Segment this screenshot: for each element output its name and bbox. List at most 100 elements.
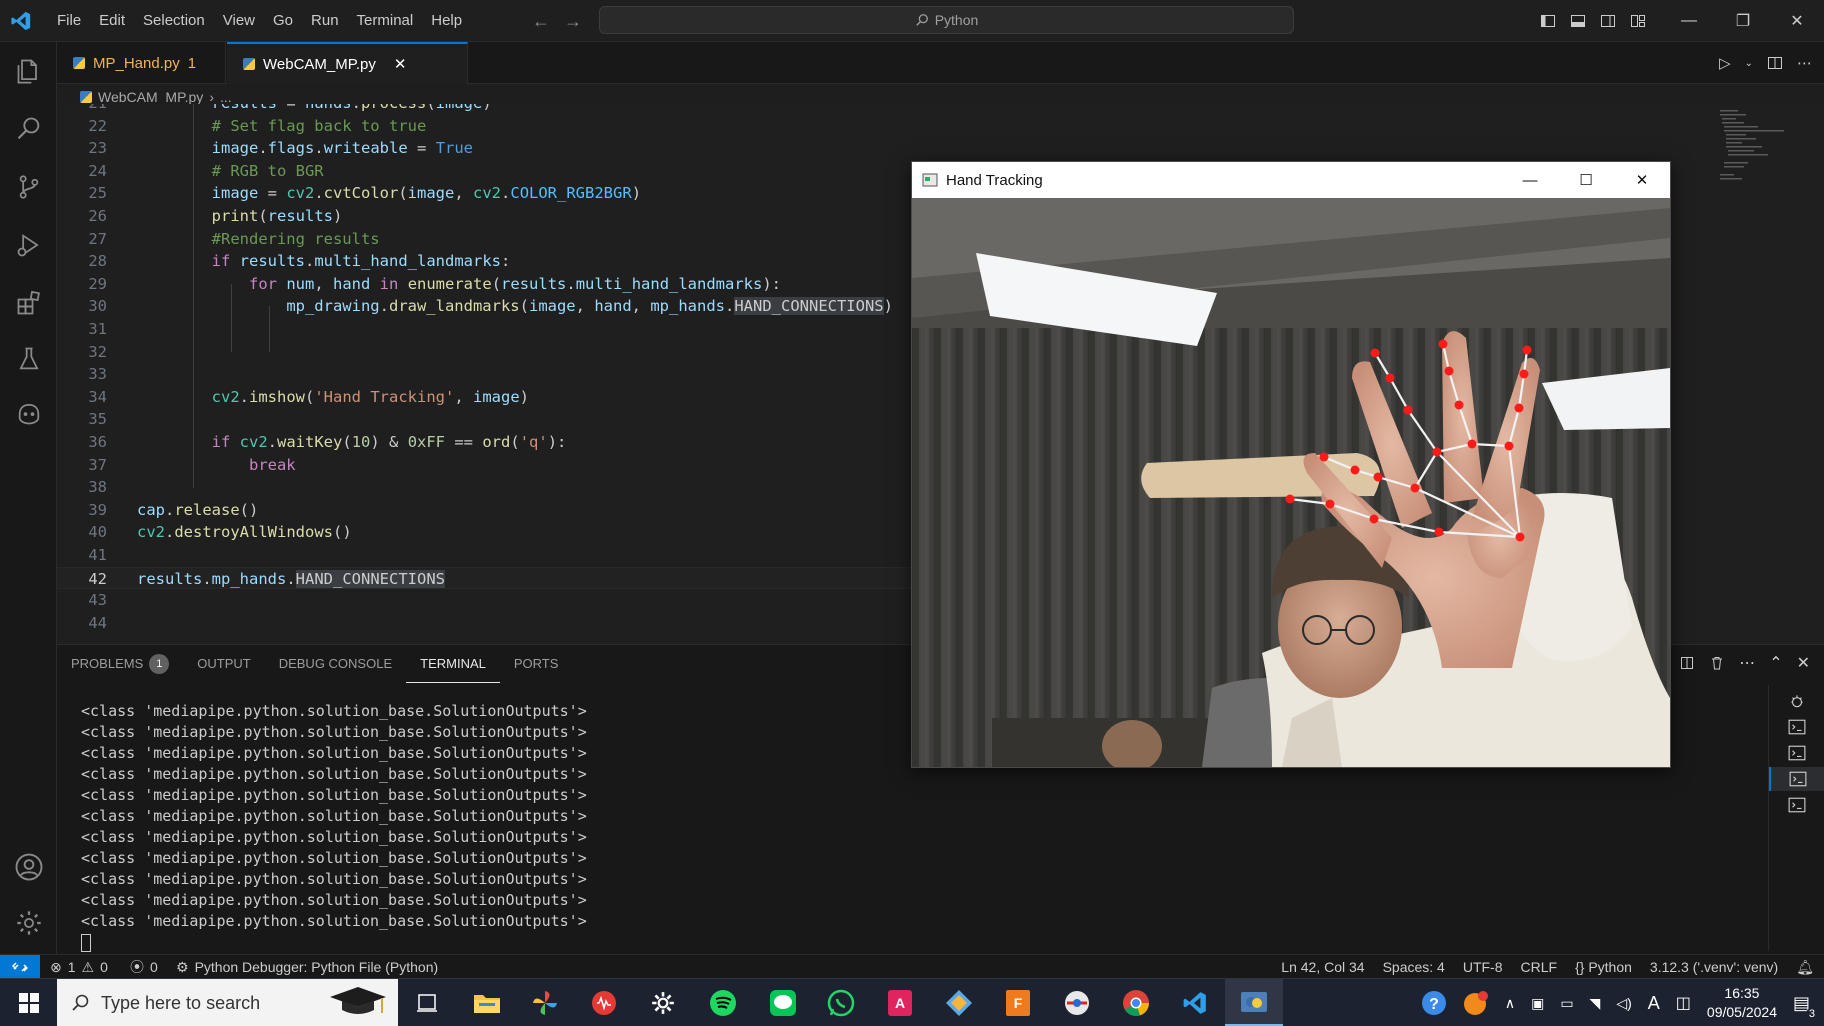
terminal-instance-icon[interactable]	[1769, 793, 1824, 817]
maximize-panel-chevron-icon[interactable]: ⌃	[1769, 653, 1782, 673]
minimap[interactable]	[1718, 104, 1808, 194]
notifications-bell-icon[interactable]: 🔔︎	[1796, 959, 1814, 976]
fusion-app-icon[interactable]: F	[989, 979, 1047, 1026]
indentation[interactable]: Spaces: 4	[1383, 959, 1445, 975]
language-mode[interactable]: {} Python	[1575, 959, 1632, 975]
hand-tracking-window[interactable]: Hand Tracking — ☐ ✕	[911, 161, 1671, 768]
command-center-search[interactable]: Python	[599, 6, 1294, 34]
settings-gear-icon[interactable]	[634, 979, 692, 1026]
source-control-icon[interactable]	[0, 162, 57, 212]
python-window-icon[interactable]	[1225, 979, 1283, 1026]
menu-edit[interactable]: Edit	[90, 0, 134, 42]
maximize-icon[interactable]: ☐	[1558, 162, 1614, 198]
taskbar-clock[interactable]: 16:35 09/05/2024	[1707, 984, 1777, 1022]
adobe-acrobat-icon[interactable]: A	[871, 979, 929, 1026]
tab-debug-console[interactable]: DEBUG CONSOLE	[265, 645, 406, 683]
toggle-primary-sidebar-icon[interactable]	[1540, 13, 1556, 29]
terminal-output[interactable]: <class 'mediapipe.python.solution_base.S…	[81, 701, 587, 953]
line-number: 32	[88, 342, 107, 361]
dashboard-app-icon[interactable]	[1048, 979, 1106, 1026]
minimize-icon[interactable]: —	[1662, 0, 1716, 42]
run-debug-icon[interactable]	[0, 220, 57, 270]
tab-terminal[interactable]: TERMINAL	[406, 645, 500, 683]
help-question-icon[interactable]: ?	[1421, 990, 1447, 1016]
line-ending[interactable]: CRLF	[1521, 959, 1558, 975]
breadcrumb-symbol[interactable]: ...	[220, 89, 232, 105]
menu-terminal[interactable]: Terminal	[348, 0, 423, 42]
input-language-icon[interactable]: A	[1648, 993, 1660, 1014]
run-python-file-icon[interactable]: ▷	[1719, 54, 1731, 72]
accounts-icon[interactable]	[0, 842, 57, 892]
remote-indicator-icon[interactable]	[0, 955, 40, 979]
taskbar-search-box[interactable]: Type here to search	[57, 979, 398, 1026]
more-actions-icon[interactable]: ⋯	[1797, 54, 1812, 72]
restore-icon[interactable]: ❐	[1716, 0, 1770, 42]
python-interpreter[interactable]: 3.12.3 ('.venv': venv)	[1650, 959, 1778, 975]
forward-arrow-icon[interactable]: →	[564, 11, 582, 32]
chrome-icon[interactable]	[1107, 979, 1165, 1026]
windows-start-icon[interactable]	[0, 979, 57, 1026]
debug-terminal-icon[interactable]	[1769, 689, 1824, 713]
menu-view[interactable]: View	[214, 0, 264, 42]
ime-mode-icon[interactable]: ◫	[1676, 993, 1691, 1013]
split-editor-icon[interactable]	[1767, 55, 1783, 71]
task-view-icon[interactable]	[398, 979, 456, 1026]
tab-webcam-mp[interactable]: WebCAM_MP.py ✕	[227, 42, 468, 84]
explorer-icon[interactable]	[0, 46, 57, 96]
debugger-status[interactable]: ⚙ Python Debugger: Python File (Python)	[176, 955, 438, 979]
breadcrumb-file[interactable]: WebCAM_MP.py	[98, 89, 203, 105]
action-center-icon[interactable]: ▤ 3	[1793, 993, 1818, 1020]
tab-ports[interactable]: PORTS	[500, 645, 573, 683]
tab-mp-hand[interactable]: MP_Hand.py 1	[57, 42, 226, 84]
settings-gear-icon[interactable]	[0, 898, 57, 948]
wifi-icon[interactable]: ◥	[1590, 995, 1601, 1012]
volume-icon[interactable]: ◁)	[1616, 995, 1631, 1012]
customize-layout-icon[interactable]	[1630, 13, 1646, 29]
whatsapp-icon[interactable]	[812, 979, 870, 1026]
meet-now-icon[interactable]: ▣	[1531, 995, 1544, 1012]
menu-file[interactable]: File	[48, 0, 90, 42]
minimize-icon[interactable]: —	[1502, 162, 1558, 198]
battery-icon[interactable]: ▭	[1560, 995, 1573, 1012]
toggle-secondary-sidebar-icon[interactable]	[1600, 13, 1616, 29]
search-icon[interactable]	[0, 104, 57, 154]
close-icon[interactable]: ✕	[1770, 0, 1824, 42]
problems-status[interactable]: ⊗ 1 ⚠ 0	[50, 955, 108, 979]
terminal-instance-icon[interactable]	[1769, 715, 1824, 739]
hand-landmark	[1434, 527, 1444, 537]
cursor-position[interactable]: Ln 42, Col 34	[1281, 959, 1364, 975]
terminal-instance-active-icon[interactable]	[1769, 767, 1824, 791]
encoding[interactable]: UTF-8	[1463, 959, 1503, 975]
extensions-icon[interactable]	[0, 278, 57, 328]
menu-help[interactable]: Help	[422, 0, 471, 42]
close-panel-icon[interactable]: ✕	[1797, 653, 1810, 673]
run-dropdown-chevron-icon[interactable]: ⌄	[1745, 58, 1753, 69]
menu-go[interactable]: Go	[264, 0, 302, 42]
copilot-icon[interactable]	[0, 388, 57, 438]
photos-pinwheel-icon[interactable]	[516, 979, 574, 1026]
kill-terminal-trash-icon[interactable]	[1709, 655, 1725, 671]
git-kraken-icon[interactable]	[930, 979, 988, 1026]
more-actions-icon[interactable]: ⋯	[1739, 653, 1755, 673]
spotify-icon[interactable]	[694, 979, 752, 1026]
terminal-instance-icon[interactable]	[1769, 741, 1824, 765]
line-number: 33	[88, 365, 107, 384]
close-icon[interactable]: ✕	[1614, 162, 1670, 198]
line-messenger-icon[interactable]	[754, 979, 812, 1026]
tab-output[interactable]: OUTPUT	[183, 645, 264, 683]
update-badge-icon[interactable]	[1463, 990, 1489, 1016]
menu-selection[interactable]: Selection	[134, 0, 214, 42]
toggle-panel-icon[interactable]	[1570, 13, 1586, 29]
tab-close-icon[interactable]: ✕	[394, 55, 407, 73]
back-arrow-icon[interactable]: ←	[532, 11, 550, 32]
hand-tracking-titlebar[interactable]: Hand Tracking — ☐ ✕	[912, 162, 1670, 198]
split-terminal-icon[interactable]	[1679, 655, 1695, 671]
testing-flask-icon[interactable]	[0, 334, 57, 384]
voice-recorder-icon[interactable]	[575, 979, 633, 1026]
file-explorer-icon[interactable]	[458, 979, 516, 1026]
ports-status[interactable]: ⦿ 0	[130, 955, 158, 979]
vscode-icon[interactable]	[1166, 979, 1224, 1026]
menu-run[interactable]: Run	[302, 0, 348, 42]
show-hidden-icons-chevron-icon[interactable]: ∧	[1505, 995, 1515, 1012]
tab-problems[interactable]: PROBLEMS 1	[57, 645, 183, 683]
